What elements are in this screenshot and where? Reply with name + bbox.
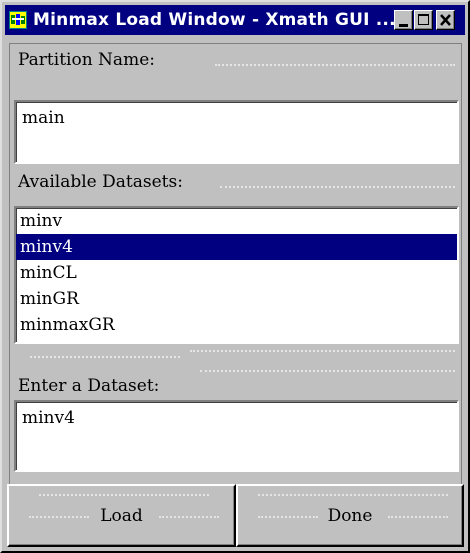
- partition-name-value: main: [22, 108, 65, 128]
- dataset-entry-value: minv4: [22, 408, 75, 428]
- decor-dots: [190, 350, 455, 352]
- load-button-label: Load: [100, 506, 143, 526]
- list-item-selected[interactable]: minv4: [16, 234, 457, 260]
- done-button-label: Done: [327, 506, 373, 526]
- xmath-app-icon[interactable]: [9, 11, 27, 29]
- maximize-icon: [418, 14, 429, 25]
- decor-dots: [220, 186, 455, 188]
- load-button[interactable]: Load: [7, 484, 236, 547]
- enter-dataset-label: Enter a Dataset:: [18, 376, 160, 396]
- decor-dots: [39, 494, 209, 496]
- dataset-entry-field[interactable]: minv4: [14, 400, 459, 472]
- list-item[interactable]: minGR: [16, 286, 457, 312]
- title-bar[interactable]: Minmax Load Window - Xmath GUI ...: [5, 5, 465, 35]
- partition-name-label: Partition Name:: [18, 50, 155, 70]
- minimize-icon: [399, 24, 408, 27]
- window-title: Minmax Load Window - Xmath GUI ...: [33, 10, 396, 30]
- minimize-button[interactable]: [394, 10, 413, 30]
- maximize-button[interactable]: [414, 10, 433, 30]
- decor-dots: [258, 494, 448, 496]
- decor-dots: [30, 356, 180, 358]
- list-item[interactable]: minCL: [16, 260, 457, 286]
- decor-dots: [215, 64, 455, 66]
- partition-name-field[interactable]: main: [14, 100, 459, 164]
- list-item[interactable]: minv: [16, 208, 457, 234]
- dialog-body: Partition Name: main Available Datasets:…: [9, 43, 462, 546]
- close-icon: [440, 14, 451, 26]
- done-button[interactable]: Done: [236, 484, 464, 547]
- list-item[interactable]: minmaxGR: [16, 312, 457, 338]
- available-datasets-label: Available Datasets:: [18, 172, 183, 192]
- close-button[interactable]: [436, 10, 455, 30]
- decor-dots: [200, 370, 455, 372]
- datasets-listbox[interactable]: minv minv4 minCL minGR minmaxGR: [14, 206, 459, 344]
- minmax-load-window: Minmax Load Window - Xmath GUI ... Parti…: [0, 0, 470, 553]
